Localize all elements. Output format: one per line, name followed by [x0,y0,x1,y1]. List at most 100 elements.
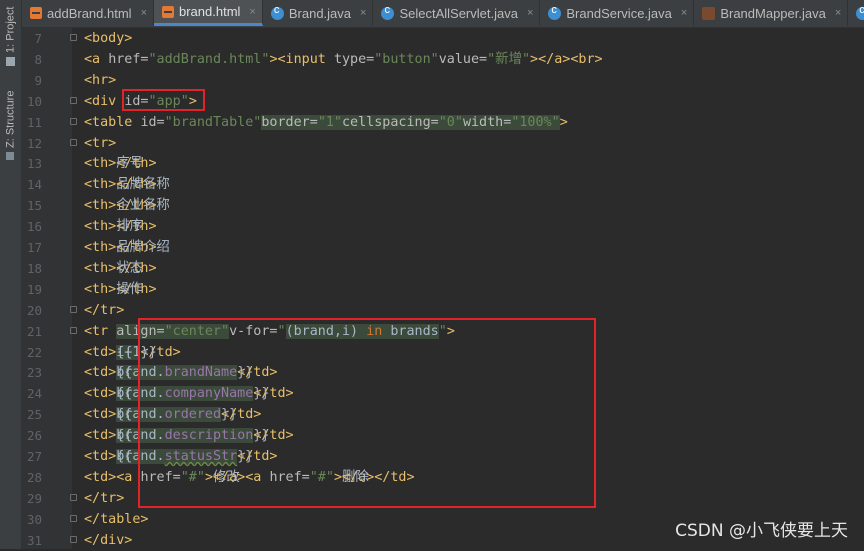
line-number: 28 [26,469,42,485]
code-line: 14 <th> 品牌名称 </th> [0,174,864,195]
fold-marker-icon[interactable] [70,493,77,501]
html-file-icon [30,7,42,19]
code-line: 11 <table id="brandTable" border="1" cel… [0,112,864,133]
code-text: <th> 操作 </th> [84,279,157,300]
editor-tab[interactable]: addBrand.html × [22,0,154,26]
code-token: border= [261,114,318,130]
code-text: </tr> [84,300,124,321]
code-token: {{ [116,428,133,444]
java-class-icon [381,4,395,20]
code-line: 17 <th> 品牌介绍 </th> [0,237,864,258]
code-line: 15 <th> 企业名称 </th> [0,195,864,216]
editor-tab-label: SelectAllServlet.java [399,5,518,21]
close-tab-icon[interactable]: × [249,6,255,18]
line-number: 8 [34,51,42,67]
editor-tab[interactable]: BrandService.java × [540,0,695,26]
close-tab-icon[interactable]: × [527,7,533,19]
code-line: 12 <tr> [0,133,864,154]
line-number: 25 [26,407,42,423]
fold-marker-icon[interactable] [70,34,77,41]
code-token: 品牌介绍 [116,240,170,255]
code-text: <hr> [84,70,116,91]
editor-tab-label: addBrand.html [47,5,132,21]
editor-tab[interactable]: BrandMapper.java × [694,0,849,26]
code-token: <div [84,93,125,109]
editor-tab-bar: addBrand.html×brand.html×Brand.java×Sele… [22,0,864,28]
line-number: 26 [26,428,42,444]
code-text: <th> 企业名称 </th> [84,195,170,216]
line-number: 7 [34,31,42,46]
code-text: </tr> [84,488,124,509]
html-file-icon [162,5,174,18]
line-number: 18 [26,260,42,276]
line-number: 24 [26,386,42,402]
java-class-icon [856,4,864,20]
code-text: <th> 序号 </th> [84,153,157,174]
line-number: 20 [26,302,42,318]
editor-tab-label: Brand.java [288,5,352,21]
fold-marker-icon[interactable] [70,535,77,543]
fold-marker-icon[interactable] [70,305,77,313]
editor-tab[interactable]: Brand.java × [263,0,374,26]
code-line: 16 <th> 排序 </th> [0,216,864,237]
code-token: 序号 [116,156,144,172]
fold-marker-icon[interactable] [70,138,77,146]
line-number: 17 [26,240,42,255]
close-tab-icon[interactable]: × [360,7,366,19]
code-token: <a [84,51,109,67]
code-token: <hr> [84,72,117,88]
code-line: 19 <th> 操作 </th> [0,279,864,300]
code-line: 18 <th> 状态 </th> [0,258,864,279]
fold-marker-icon[interactable] [70,326,77,334]
fold-marker-icon[interactable] [70,117,77,125]
code-token: {{ [116,449,133,464]
close-tab-icon[interactable]: × [835,7,841,19]
code-token: cellspacing= [342,114,439,130]
line-number: 16 [26,219,42,235]
close-tab-icon[interactable]: × [681,7,687,19]
line-number: 14 [26,177,42,193]
code-text: <tr> [84,133,116,154]
code-text: <th> 品牌名称 </th> [84,174,170,195]
code-token: 操作 [116,281,144,297]
code-token: "brandTable" [164,114,262,130]
code-text: </table> [84,509,149,530]
code-line: 13 <th> 序号 </th> [0,153,864,174]
editor-tab[interactable]: brand.html × [154,0,263,26]
code-text: <th> 状态 </th> [84,258,157,279]
code-token: {{ [116,407,133,423]
editor-tab[interactable]: 05- [848,0,864,26]
code-token: </div> [84,532,133,548]
code-token: 品牌名称 [116,177,170,193]
editor-tab-label: BrandMapper.java [720,5,826,21]
code-token: "新增" [487,51,531,67]
line-number: 30 [26,511,42,527]
fold-marker-icon[interactable] [70,514,77,522]
line-number: 13 [26,156,42,172]
code-token: id= [140,114,165,130]
code-token: href= [108,51,149,67]
java-class-icon [270,4,284,20]
code-line: 9 <hr> [0,70,864,91]
code-token: "button" [374,51,439,67]
code-token: ><input [269,51,334,67]
editor-tab-label: BrandService.java [566,5,672,21]
line-number: 11 [26,114,42,130]
code-token: 状态 [116,260,144,276]
fold-marker-icon[interactable] [70,96,77,104]
code-token: {{ [116,344,133,360]
code-token: {{ [116,386,133,402]
close-tab-icon[interactable]: × [141,7,147,19]
code-token: type= [333,51,375,67]
line-number: 19 [26,281,42,297]
code-token: "0" [438,114,463,130]
editor-tab[interactable]: SelectAllServlet.java × [373,0,541,26]
line-number: 21 [26,323,42,339]
